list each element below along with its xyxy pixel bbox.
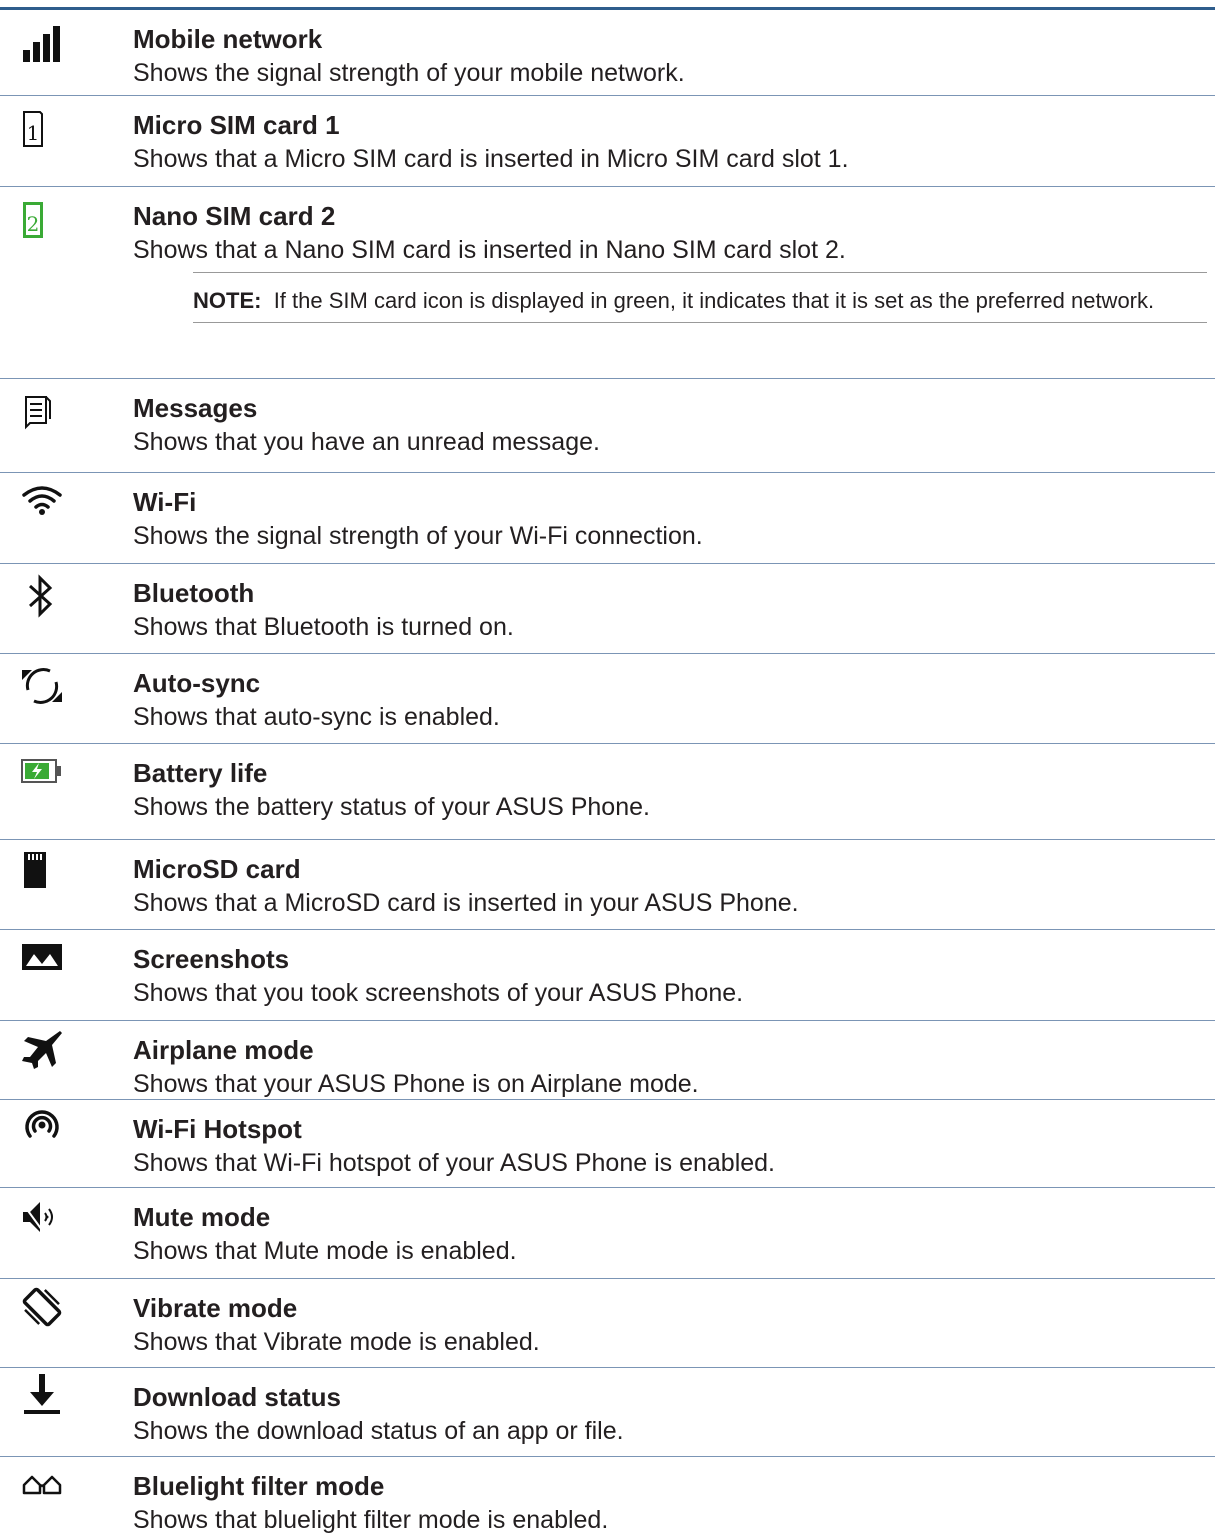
list-item: Messages Shows that you have an unread m… [0, 379, 1215, 473]
note-label: NOTE: [193, 288, 262, 313]
download-icon [20, 1372, 64, 1416]
list-item: MicroSD card Shows that a MicroSD card i… [0, 840, 1215, 930]
list-item: Vibrate mode Shows that Vibrate mode is … [0, 1279, 1215, 1368]
sync-icon [20, 664, 64, 708]
item-title: Vibrate mode [133, 1293, 298, 1323]
list-item: Battery life Shows the battery status of… [0, 744, 1215, 840]
list-item: 1 Micro SIM card 1 Shows that a Micro SI… [0, 96, 1215, 187]
item-description: Shows that Vibrate mode is enabled. [133, 1328, 540, 1356]
item-title: Bluelight filter mode [133, 1471, 385, 1501]
note-text: If the SIM card icon is displayed in gre… [273, 288, 1155, 313]
item-title: Screenshots [133, 944, 290, 974]
item-description: Shows the download status of an app or f… [133, 1417, 624, 1445]
item-description: Shows that Mute mode is enabled. [133, 1237, 517, 1265]
list-item: Screenshots Shows that you took screensh… [0, 930, 1215, 1021]
list-item: Download status Shows the download statu… [0, 1368, 1215, 1457]
battery-icon [20, 750, 64, 794]
list-item: Mute mode Shows that Mute mode is enable… [0, 1188, 1215, 1279]
item-title: Wi-Fi [133, 487, 197, 517]
item-description: Shows that you took screenshots of your … [133, 979, 744, 1007]
item-title: Nano SIM card 2 [133, 201, 336, 231]
list-item: Wi-Fi Shows the signal strength of your … [0, 473, 1215, 564]
item-title: Bluetooth [133, 578, 255, 608]
item-description: Shows that your ASUS Phone is on Airplan… [133, 1070, 699, 1098]
item-description: Shows that a Micro SIM card is inserted … [133, 145, 849, 173]
item-description: Shows that a Nano SIM card is inserted i… [133, 236, 846, 264]
sim-card-1-icon: 1 [20, 110, 64, 154]
item-title: Wi-Fi Hotspot [133, 1114, 302, 1144]
hotspot-icon [20, 1104, 64, 1148]
list-item: Bluelight filter mode Shows that bluelig… [0, 1457, 1215, 1539]
glasses-icon [20, 1463, 64, 1507]
list-item: Wi-Fi Hotspot Shows that Wi-Fi hotspot o… [0, 1100, 1215, 1188]
item-description: Shows the signal strength of your mobile… [133, 59, 685, 87]
list-item: Bluetooth Shows that Bluetooth is turned… [0, 564, 1215, 654]
svg-text:1: 1 [27, 121, 40, 145]
item-title: Airplane mode [133, 1035, 314, 1065]
item-description: Shows that you have an unread message. [133, 428, 600, 456]
item-description: Shows that Wi-Fi hotspot of your ASUS Ph… [133, 1149, 776, 1177]
message-icon [20, 393, 64, 437]
item-title: Messages [133, 393, 258, 423]
wifi-icon [20, 479, 64, 523]
item-description: Shows that auto-sync is enabled. [133, 703, 500, 731]
vibrate-icon [20, 1285, 64, 1329]
item-description: Shows that bluelight filter mode is enab… [133, 1506, 609, 1534]
mute-icon [20, 1196, 64, 1240]
item-title: Battery life [133, 758, 268, 788]
svg-text:2: 2 [27, 212, 40, 236]
item-title: Mobile network [133, 24, 323, 54]
list-item: Airplane mode Shows that your ASUS Phone… [0, 1021, 1215, 1100]
list-item: Auto-sync Shows that auto-sync is enable… [0, 654, 1215, 744]
airplane-icon [20, 1027, 64, 1071]
bluetooth-icon [20, 574, 64, 618]
item-description: Shows the battery status of your ASUS Ph… [133, 793, 650, 821]
note-box: NOTE: If the SIM card icon is displayed … [193, 272, 1207, 323]
list-item: 2 Nano SIM card 2 Shows that a Nano SIM … [0, 187, 1215, 379]
item-title: MicroSD card [133, 854, 301, 884]
item-title: Auto-sync [133, 668, 261, 698]
item-description: Shows that Bluetooth is turned on. [133, 613, 514, 641]
item-title: Micro SIM card 1 [133, 110, 340, 140]
item-description: Shows the signal strength of your Wi-Fi … [133, 522, 703, 550]
microsd-icon [20, 850, 64, 894]
item-title: Mute mode [133, 1202, 271, 1232]
screenshot-icon [20, 936, 64, 980]
item-description: Shows that a MicroSD card is inserted in… [133, 889, 799, 917]
sim-card-2-icon: 2 [20, 201, 64, 245]
item-title: Download status [133, 1382, 342, 1412]
signal-bars-icon [20, 22, 64, 66]
list-item: Mobile network Shows the signal strength… [0, 10, 1215, 96]
